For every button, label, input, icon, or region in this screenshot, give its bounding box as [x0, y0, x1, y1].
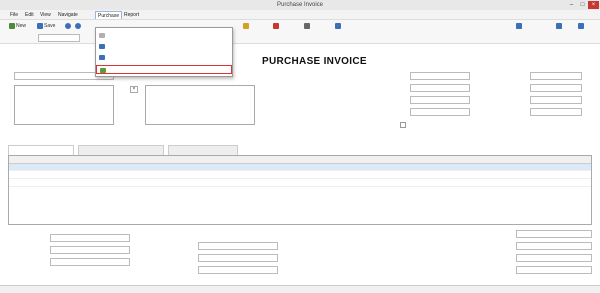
address-lookup-button[interactable]: ×	[130, 86, 138, 93]
toolbar-button-6[interactable]	[555, 22, 564, 31]
save-button[interactable]: Save	[36, 22, 56, 31]
purchase-menu-item[interactable]	[96, 53, 232, 62]
right-field-1[interactable]	[530, 72, 582, 80]
menu-edit[interactable]: Edit	[23, 11, 36, 19]
toolbar-icon-7	[578, 22, 584, 29]
maximize-button[interactable]: □	[577, 1, 588, 9]
bottom-section	[8, 228, 592, 283]
toolbar-icon-1	[243, 22, 249, 29]
toolbar-button-7[interactable]	[577, 22, 586, 31]
menu-item-icon	[99, 55, 105, 60]
bottom-field-3[interactable]	[50, 258, 130, 266]
delivery-address[interactable]	[145, 85, 255, 125]
toolbar-secondary	[0, 32, 600, 44]
save-icon	[37, 22, 43, 29]
toolbar-button-3[interactable]	[303, 22, 312, 31]
toolbar-button-2[interactable]	[272, 22, 281, 31]
header-field-1[interactable]	[410, 72, 470, 80]
header-field-3[interactable]	[410, 96, 470, 104]
menu-report[interactable]: Report	[122, 11, 141, 19]
tab-strip	[8, 145, 592, 155]
bottom-field-1[interactable]	[50, 234, 130, 242]
column-header[interactable]	[37, 156, 63, 164]
table-row[interactable]	[9, 172, 591, 179]
toolbar-combo[interactable]	[38, 34, 80, 42]
total-field-2[interactable]	[516, 242, 592, 250]
tab-2[interactable]	[78, 145, 164, 155]
reference-field-3[interactable]	[198, 266, 278, 274]
title-bar: Purchase Invoice – □ ×	[0, 0, 600, 10]
column-header[interactable]	[327, 156, 345, 164]
forward-button[interactable]	[74, 22, 83, 31]
grid-header	[9, 156, 591, 164]
header-field-4[interactable]	[410, 108, 470, 116]
menu-view[interactable]: View	[38, 11, 53, 19]
menu-file[interactable]: File	[8, 11, 20, 19]
tab-1[interactable]	[8, 145, 74, 155]
reference-field-2[interactable]	[198, 254, 278, 262]
forward-arrow-icon	[75, 22, 81, 29]
toolbar-button-1[interactable]	[242, 22, 251, 31]
toolbar-icon-6	[556, 22, 562, 29]
column-header[interactable]	[425, 156, 449, 164]
reference-field-1[interactable]	[198, 242, 278, 250]
menu-bar: File Edit View Navigate Purchase Report	[0, 10, 600, 20]
toolbar-button-5[interactable]	[515, 22, 524, 31]
supplier-address[interactable]	[14, 85, 114, 125]
minimize-button[interactable]: –	[566, 1, 577, 9]
back-button[interactable]	[64, 22, 73, 31]
window-title: Purchase Invoice	[276, 2, 324, 8]
column-header[interactable]	[67, 156, 237, 164]
toolbar-icon-5	[516, 22, 522, 29]
new-button[interactable]: New	[8, 22, 27, 31]
column-header[interactable]	[489, 156, 529, 164]
right-field-2[interactable]	[530, 84, 582, 92]
menu-navigate[interactable]: Navigate	[56, 11, 80, 19]
new-icon	[9, 22, 15, 29]
close-button[interactable]: ×	[588, 1, 599, 9]
toolbar-button-4[interactable]	[334, 22, 343, 31]
status-bar	[0, 285, 600, 293]
column-header[interactable]	[349, 156, 409, 164]
toolbar-icon-4	[335, 22, 341, 29]
menu-item-icon	[100, 68, 106, 73]
total-field-4[interactable]	[516, 266, 592, 274]
menu-item-icon	[99, 44, 105, 49]
purchase-menu-item[interactable]	[96, 31, 232, 40]
toolbar: New Save	[0, 20, 600, 32]
purchase-menu	[95, 27, 233, 77]
right-field-3[interactable]	[530, 96, 582, 104]
table-row[interactable]	[9, 180, 591, 187]
column-header[interactable]	[279, 156, 305, 164]
toolbar-icon-3	[304, 22, 310, 29]
bottom-field-2[interactable]	[50, 246, 130, 254]
back-arrow-icon	[65, 22, 71, 29]
tab-3[interactable]	[168, 145, 238, 155]
total-field-3[interactable]	[516, 254, 592, 262]
purchase-menu-item[interactable]	[96, 42, 232, 51]
column-header[interactable]	[455, 156, 485, 164]
header-field-2[interactable]	[410, 84, 470, 92]
menu-purchase[interactable]: Purchase	[95, 11, 123, 19]
toolbar-icon-2	[273, 22, 279, 29]
table-row[interactable]	[9, 164, 591, 171]
document-title: PURCHASE INVOICE	[262, 56, 367, 67]
right-field-4[interactable]	[530, 108, 582, 116]
line-items-grid	[8, 155, 592, 225]
header-checkbox[interactable]	[400, 122, 406, 128]
purchase-menu-item-highlighted[interactable]	[96, 65, 232, 74]
column-header[interactable]	[11, 156, 33, 164]
menu-item-icon	[99, 33, 105, 38]
total-field-1[interactable]	[516, 230, 592, 238]
